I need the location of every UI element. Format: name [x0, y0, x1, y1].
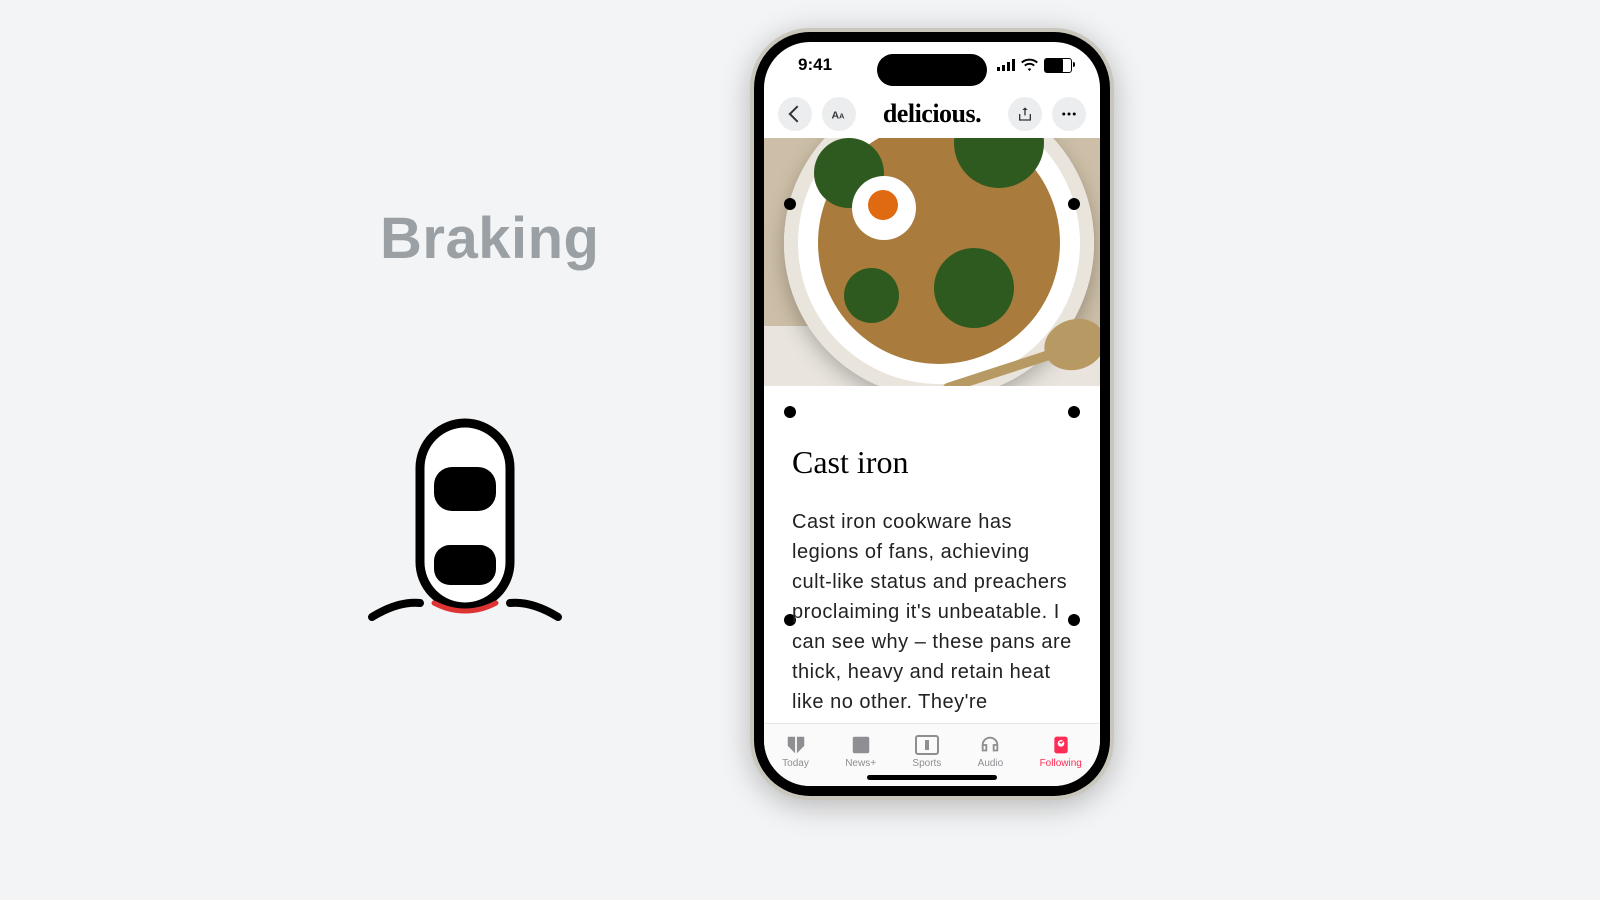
more-button[interactable] [1052, 97, 1086, 131]
tab-following[interactable]: Following [1040, 734, 1082, 769]
iphone-mock: 9:41 AA delicious. [750, 28, 1114, 800]
motion-cue-title: Braking [380, 205, 599, 272]
tab-bar: Today News+ Sports Audio Following [764, 723, 1100, 786]
ellipsis-icon [1060, 105, 1078, 123]
tab-label: News+ [845, 758, 876, 769]
text-size-button[interactable]: AA [822, 97, 856, 131]
car-braking-icon [360, 415, 570, 625]
share-icon [1017, 105, 1033, 123]
tab-audio[interactable]: Audio [978, 734, 1004, 769]
article-heading: Cast iron [792, 444, 1072, 481]
presentation-slide: Braking 9:41 [0, 0, 1600, 900]
phone-screen[interactable]: 9:41 AA delicious. [764, 42, 1100, 786]
article-body[interactable]: Cast iron Cast iron cookware has legions… [764, 386, 1100, 732]
newsplus-icon [849, 734, 873, 756]
text-size-icon: AA [830, 105, 848, 123]
tab-label: Audio [978, 758, 1004, 769]
publication-title[interactable]: delicious. [883, 99, 981, 129]
status-time: 9:41 [798, 55, 832, 75]
article-paragraph: Cast iron cookware has legions of fans, … [792, 507, 1072, 732]
article-navbar: AA delicious. [764, 90, 1100, 138]
audio-icon [978, 734, 1002, 756]
status-bar: 9:41 [764, 42, 1100, 88]
svg-text:A: A [839, 112, 845, 121]
back-button[interactable] [778, 97, 812, 131]
share-button[interactable] [1008, 97, 1042, 131]
article-hero-image [764, 138, 1100, 386]
tab-label: Today [782, 758, 809, 769]
motion-cue-dot [784, 198, 796, 210]
tab-newsplus[interactable]: News+ [845, 734, 876, 769]
sports-icon [915, 734, 939, 756]
tab-today[interactable]: Today [782, 734, 809, 769]
tab-label: Sports [912, 758, 941, 769]
today-icon [784, 734, 808, 756]
chevron-left-icon [788, 106, 805, 123]
wifi-icon [1021, 57, 1038, 74]
tab-label: Following [1040, 758, 1082, 769]
following-icon [1049, 734, 1073, 756]
motion-cue-dot [1068, 198, 1080, 210]
tab-sports[interactable]: Sports [912, 734, 941, 769]
battery-icon [1044, 58, 1072, 73]
cellular-icon [997, 59, 1015, 71]
